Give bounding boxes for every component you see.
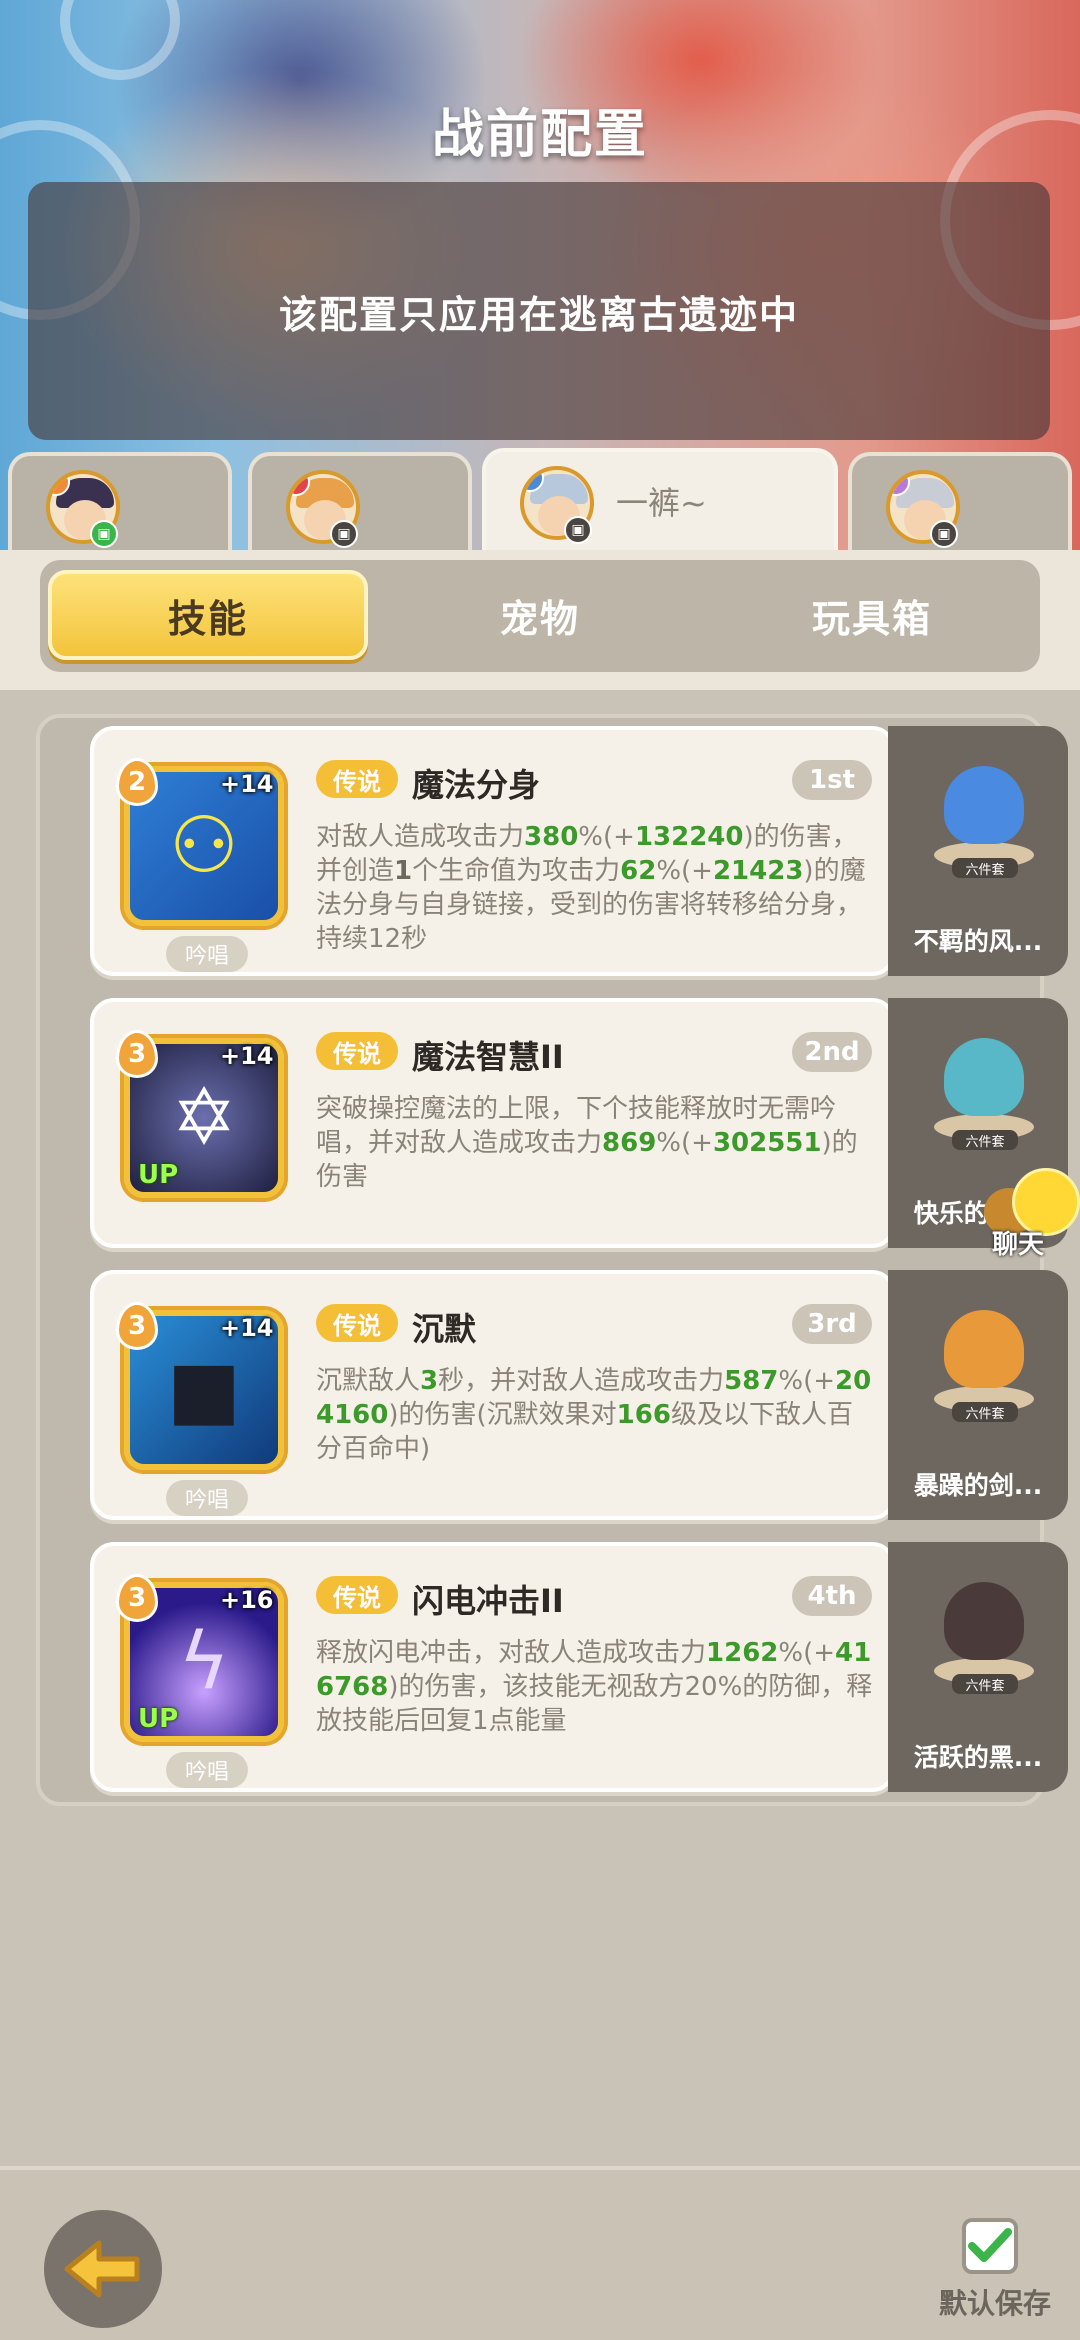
character-tab-1[interactable]: ▣ xyxy=(8,452,232,552)
pet-figure: 六件套 xyxy=(928,1290,1038,1422)
back-button[interactable] xyxy=(44,2210,162,2328)
skill-rank: 2nd xyxy=(792,1032,872,1072)
bottom-bar: 默认保存 xyxy=(0,2166,1080,2340)
skill-description: 释放闪电冲击，对敌人造成攻击力1262%(+416768)的伤害，该技能无视敌方… xyxy=(316,1638,873,1736)
set-label: 六件套 xyxy=(952,858,1018,878)
up-tag: UP xyxy=(138,1704,179,1734)
pet-name: 活跃的黑... xyxy=(913,1743,1043,1772)
back-arrow-icon xyxy=(64,2240,140,2298)
rarity-tag: 传说 xyxy=(316,1032,398,1070)
pet-slot[interactable]: 六件套 活跃的黑... xyxy=(888,1542,1068,1792)
tab-skills[interactable]: 技能 xyxy=(48,570,368,660)
check-icon xyxy=(968,2228,1012,2262)
rarity-tag: 传说 xyxy=(316,760,398,798)
skill-card[interactable]: ■ 3 +14 吟唱 传说 沉默 3rd 沉默敌人3秒，并对敌人造成攻击力587… xyxy=(90,1270,896,1520)
online-icon: ▣ xyxy=(90,520,118,548)
skill-plus-level: +16 xyxy=(220,1586,274,1614)
notice-box: 该配置只应用在逃离古遗迹中 xyxy=(28,182,1050,440)
set-label: 六件套 xyxy=(952,1674,1018,1694)
tab-toybox[interactable]: 玩具箱 xyxy=(712,570,1032,660)
default-save-toggle[interactable]: 默认保存 xyxy=(930,2218,1060,2338)
skill-card[interactable]: ✡ 3 +14 UP 传说 魔法智慧II 2nd 突破操控魔法的上限，下个技能释… xyxy=(90,998,896,1248)
character-name: 一裤~ xyxy=(616,484,707,522)
chant-tag: 吟唱 xyxy=(166,1480,248,1516)
skill-description: 对敌人造成攻击力380%(+132240)的伤害，并创造1个生命值为攻击力62%… xyxy=(316,822,866,954)
skill-name: 闪电冲击II xyxy=(412,1582,564,1620)
pet-name: 不羁的风... xyxy=(913,927,1043,956)
pet-slot[interactable]: 六件套 不羁的风... xyxy=(888,726,1068,976)
character-tabs: ▣ ▣ ▣ 一裤~ ▣ xyxy=(0,448,1080,552)
skill-rank: 4th xyxy=(792,1576,872,1616)
skill-plus-level: +14 xyxy=(220,1314,274,1342)
device-icon: ▣ xyxy=(330,520,358,548)
skill-card[interactable]: ϟ 3 +16 UP 吟唱 传说 闪电冲击II 4th 释放闪电冲击，对敌人造成… xyxy=(90,1542,896,1792)
skill-description: 沉默敌人3秒，并对敌人造成攻击力587%(+204160)的伤害(沉默效果对16… xyxy=(316,1366,872,1464)
device-icon: ▣ xyxy=(930,520,958,548)
skill-list: ⚇ 2 +14 吟唱 传说 魔法分身 1st 对敌人造成攻击力380%(+132… xyxy=(36,714,1068,1806)
character-tab-2[interactable]: ▣ xyxy=(248,452,472,552)
set-label: 六件套 xyxy=(952,1130,1018,1150)
skill-rank: 3rd xyxy=(792,1304,872,1344)
checkbox[interactable] xyxy=(962,2218,1018,2274)
pet-figure: 六件套 xyxy=(928,1562,1038,1694)
notice-text: 该配置只应用在逃离古遗迹中 xyxy=(278,292,799,337)
skill-plus-level: +14 xyxy=(220,1042,274,1070)
character-tab-4[interactable]: ▣ xyxy=(848,452,1072,552)
up-tag: UP xyxy=(138,1160,179,1190)
rarity-tag: 传说 xyxy=(316,1304,398,1342)
skill-plus-level: +14 xyxy=(220,770,274,798)
page-title: 战前配置 xyxy=(431,105,648,165)
device-icon: ▣ xyxy=(564,516,592,544)
save-label: 默认保存 xyxy=(938,2287,1051,2320)
character-tab-3[interactable]: ▣ 一裤~ xyxy=(482,448,838,552)
chant-tag: 吟唱 xyxy=(166,1752,248,1788)
skill-rank: 1st xyxy=(792,760,872,800)
pet-figure: 六件套 xyxy=(928,1018,1038,1150)
skill-name: 沉默 xyxy=(412,1310,477,1348)
rarity-tag: 传说 xyxy=(316,1576,398,1614)
chat-button[interactable]: 聊天 xyxy=(978,1160,1080,1260)
tab-pets[interactable]: 宠物 xyxy=(380,570,700,660)
skill-name: 魔法分身 xyxy=(412,766,541,804)
skill-card[interactable]: ⚇ 2 +14 吟唱 传说 魔法分身 1st 对敌人造成攻击力380%(+132… xyxy=(90,726,896,976)
pet-slot[interactable]: 六件套 暴躁的剑... xyxy=(888,1270,1068,1520)
pet-name: 暴躁的剑... xyxy=(913,1471,1043,1500)
skill-description: 突破操控魔法的上限，下个技能释放时无需吟唱，并对敌人造成攻击力869%(+302… xyxy=(316,1094,858,1192)
category-tabs: 技能 宠物 玩具箱 xyxy=(40,560,1040,672)
pet-figure: 六件套 xyxy=(928,746,1038,878)
chant-tag: 吟唱 xyxy=(166,936,248,972)
skill-name: 魔法智慧II xyxy=(412,1038,564,1076)
chat-label: 聊天 xyxy=(992,1230,1045,1260)
set-label: 六件套 xyxy=(952,1402,1018,1422)
